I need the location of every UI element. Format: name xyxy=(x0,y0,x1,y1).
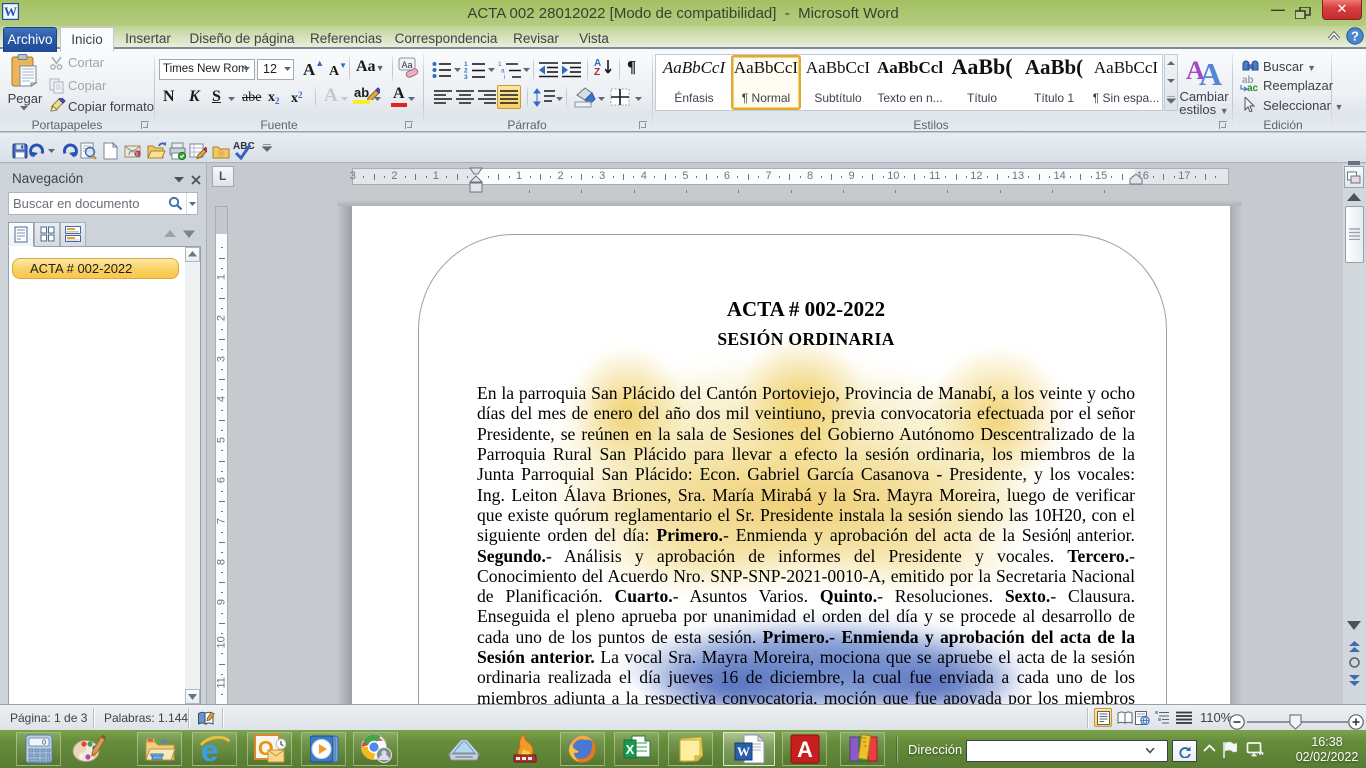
svg-text:Aa: Aa xyxy=(401,60,412,70)
svg-text:W: W xyxy=(4,4,17,19)
svg-text:i: i xyxy=(504,74,505,79)
svg-text:W: W xyxy=(737,744,750,759)
svg-text:ABC: ABC xyxy=(233,141,255,152)
svg-text:X: X xyxy=(626,742,635,757)
svg-text:0: 0 xyxy=(42,740,46,747)
svg-text:?: ? xyxy=(1351,29,1359,44)
svg-text:3: 3 xyxy=(464,74,468,79)
svg-text:A: A xyxy=(1199,56,1222,87)
svg-text:A: A xyxy=(797,737,813,762)
